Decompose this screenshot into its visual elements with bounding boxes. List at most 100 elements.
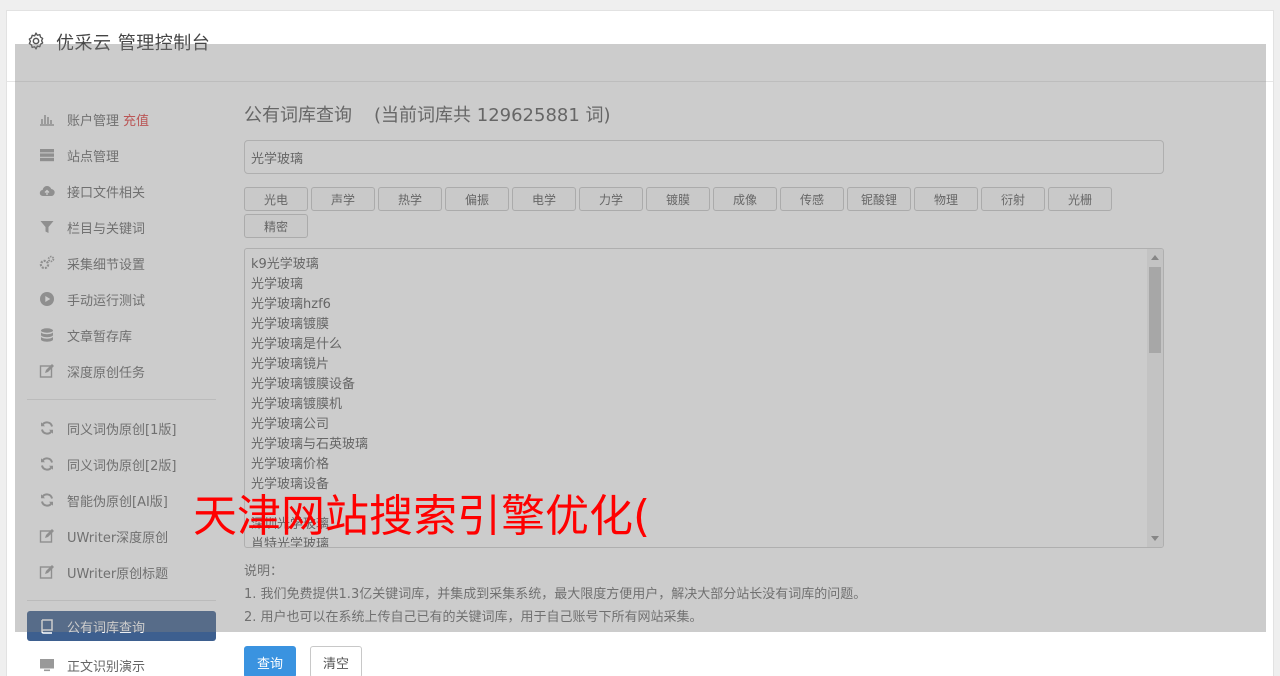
sidebar-item-manual-run[interactable]: 手动运行测试: [27, 281, 216, 317]
category-button[interactable]: 热学: [378, 187, 442, 211]
sidebar-item-article-store[interactable]: 文章暂存库: [27, 317, 216, 353]
category-button[interactable]: 力学: [579, 187, 643, 211]
monitor-icon: [37, 657, 57, 673]
category-buttons: 光电 声学 热学 偏振 电学 力学 镀膜 成像 传感 铌酸锂 物理 衍射 光栅 …: [244, 187, 1124, 241]
list-item: 光学玻璃镜片: [251, 357, 330, 372]
category-button[interactable]: 偏振: [445, 187, 509, 211]
category-button[interactable]: 精密: [244, 214, 308, 238]
action-buttons: 查询 清空: [244, 646, 376, 676]
sidebar-item-label: 智能伪原创[AI版]: [67, 494, 168, 510]
sidebar-divider: [27, 600, 216, 601]
page-title: 公有词库查询 (当前词库共 129625881 词): [244, 98, 1164, 134]
category-button[interactable]: 镀膜: [646, 187, 710, 211]
sidebar-item-label: 文章暂存库: [67, 329, 133, 345]
category-button[interactable]: 铌酸锂: [847, 187, 911, 211]
scrollbar-thumb[interactable]: [1149, 267, 1161, 353]
clear-button[interactable]: 清空: [310, 646, 363, 676]
edit-icon: [37, 363, 57, 379]
sidebar-item-api-files[interactable]: 接口文件相关: [27, 173, 216, 209]
refresh-icon: [37, 456, 57, 472]
list-item: 光学玻璃: [251, 277, 304, 292]
sidebar-item-uwriter-deep[interactable]: UWriter深度原创: [27, 518, 216, 554]
sidebar-item-account[interactable]: 账户管理 充值: [27, 101, 216, 137]
app-title: 优采云 管理控制台: [56, 33, 211, 54]
play-circle-icon: [37, 291, 57, 307]
list-item: 光学玻璃镀膜设备: [251, 377, 356, 392]
category-button[interactable]: 光栅: [1048, 187, 1112, 211]
edit-icon: [37, 564, 57, 580]
sidebar-item-deep-original[interactable]: 深度原创任务: [27, 353, 216, 389]
category-button[interactable]: 光电: [244, 187, 308, 211]
book-icon: [37, 618, 57, 634]
category-button[interactable]: 声学: [311, 187, 375, 211]
list-item: 光学玻璃与石英玻璃: [251, 437, 369, 452]
sidebar-item-label: 正文识别演示: [67, 659, 146, 675]
list-item: 光学玻璃hzf6: [251, 297, 331, 312]
sidebar-item-label: 接口文件相关: [67, 185, 146, 201]
edit-icon: [37, 528, 57, 544]
server-icon: [37, 147, 57, 163]
sidebar-item-public-lexicon[interactable]: 公有词库查询: [27, 611, 216, 641]
notes-line: 2. 用户也可以在系统上传自己已有的关键词库，用于自己账号下所有网站采集。: [244, 610, 703, 625]
sidebar-item-synonym-v2[interactable]: 同义词伪原创[2版]: [27, 446, 216, 482]
sidebar-item-label: 公有词库查询: [67, 620, 146, 636]
notes-line: 1. 我们免费提供1.3亿关键词库，并集成到采集系统，最大限度方便用户，解决大部…: [244, 587, 867, 602]
category-button[interactable]: 物理: [914, 187, 978, 211]
scroll-down-arrow-icon[interactable]: [1151, 536, 1159, 541]
keyword-search-input[interactable]: [244, 140, 1164, 174]
list-item: [251, 495, 1157, 515]
sidebar-item-label: 栏目与关键词: [67, 221, 146, 237]
category-button[interactable]: 传感: [780, 187, 844, 211]
sidebar-divider: [27, 399, 216, 400]
notes-heading: 说明：: [244, 564, 284, 579]
category-button[interactable]: 电学: [512, 187, 576, 211]
list-item: 光学玻璃是什么: [251, 337, 343, 352]
list-item: 光学玻璃镀膜机: [251, 397, 343, 412]
sidebar-item-label: 深度原创任务: [67, 365, 146, 381]
sidebar: 账户管理 充值 站点管理 接口文件相关 栏目与关键词 采集细节设置 手动运行测试…: [27, 101, 216, 676]
database-icon: [37, 327, 57, 343]
sidebar-item-label: 账户管理: [67, 113, 120, 129]
bar-chart-icon: [37, 111, 57, 127]
sidebar-item-sites[interactable]: 站点管理: [27, 137, 216, 173]
gear-icon: [28, 32, 44, 50]
sidebar-item-label: 同义词伪原创[2版]: [67, 458, 177, 474]
list-item: 光学玻璃公司: [251, 417, 330, 432]
list-item: 光学玻璃设备: [251, 477, 330, 492]
sidebar-item-label: 同义词伪原创[1版]: [67, 422, 177, 438]
sidebar-item-label: UWriter原创标题: [67, 566, 169, 582]
cloud-upload-icon: [37, 183, 57, 199]
list-item: k9光学玻璃: [251, 257, 319, 272]
sidebar-item-label: UWriter深度原创: [67, 530, 169, 546]
category-button[interactable]: 成像: [713, 187, 777, 211]
filter-icon: [37, 219, 57, 235]
gears-icon: [37, 255, 57, 271]
header: 优采云 管理控制台: [7, 11, 1273, 82]
notes: 说明： 1. 我们免费提供1.3亿关键词库，并集成到采集系统，最大限度方便用户，…: [244, 560, 1164, 629]
sidebar-item-text-recognition[interactable]: 正文识别演示: [27, 647, 216, 676]
refresh-icon: [37, 492, 57, 508]
recharge-link[interactable]: 充值: [123, 110, 149, 129]
category-button[interactable]: 衍射: [981, 187, 1045, 211]
query-button[interactable]: 查询: [244, 646, 297, 676]
list-item: 光学玻璃镀膜: [251, 317, 330, 332]
keyword-results-box[interactable]: k9光学玻璃 光学玻璃 光学玻璃hzf6 光学玻璃镀膜 光学玻璃是什么 光学玻璃…: [244, 248, 1164, 548]
refresh-icon: [37, 420, 57, 436]
scroll-up-arrow-icon[interactable]: [1151, 255, 1159, 260]
lexicon-count: (当前词库共 129625881 词): [374, 105, 611, 126]
list-item: 深圳光学玻璃: [251, 517, 330, 532]
list-item: 肖特光学玻璃: [251, 537, 330, 548]
sidebar-item-label: 采集细节设置: [67, 257, 146, 273]
sidebar-item-collect-settings[interactable]: 采集细节设置: [27, 245, 216, 281]
sidebar-item-synonym-v1[interactable]: 同义词伪原创[1版]: [27, 410, 216, 446]
keyword-results-list: k9光学玻璃 光学玻璃 光学玻璃hzf6 光学玻璃镀膜 光学玻璃是什么 光学玻璃…: [245, 249, 1163, 548]
results-scrollbar[interactable]: [1147, 249, 1163, 547]
sidebar-item-uwriter-title[interactable]: UWriter原创标题: [27, 554, 216, 590]
page-title-text: 公有词库查询: [244, 105, 352, 126]
sidebar-item-ai-rewrite[interactable]: 智能伪原创[AI版]: [27, 482, 216, 518]
sidebar-item-label: 手动运行测试: [67, 293, 146, 309]
sidebar-item-label: 站点管理: [67, 149, 120, 165]
main-content: 公有词库查询 (当前词库共 129625881 词) 光电 声学 热学 偏振 电学…: [244, 98, 1164, 629]
sidebar-item-columns-keywords[interactable]: 栏目与关键词: [27, 209, 216, 245]
list-item: 光学玻璃价格: [251, 457, 330, 472]
